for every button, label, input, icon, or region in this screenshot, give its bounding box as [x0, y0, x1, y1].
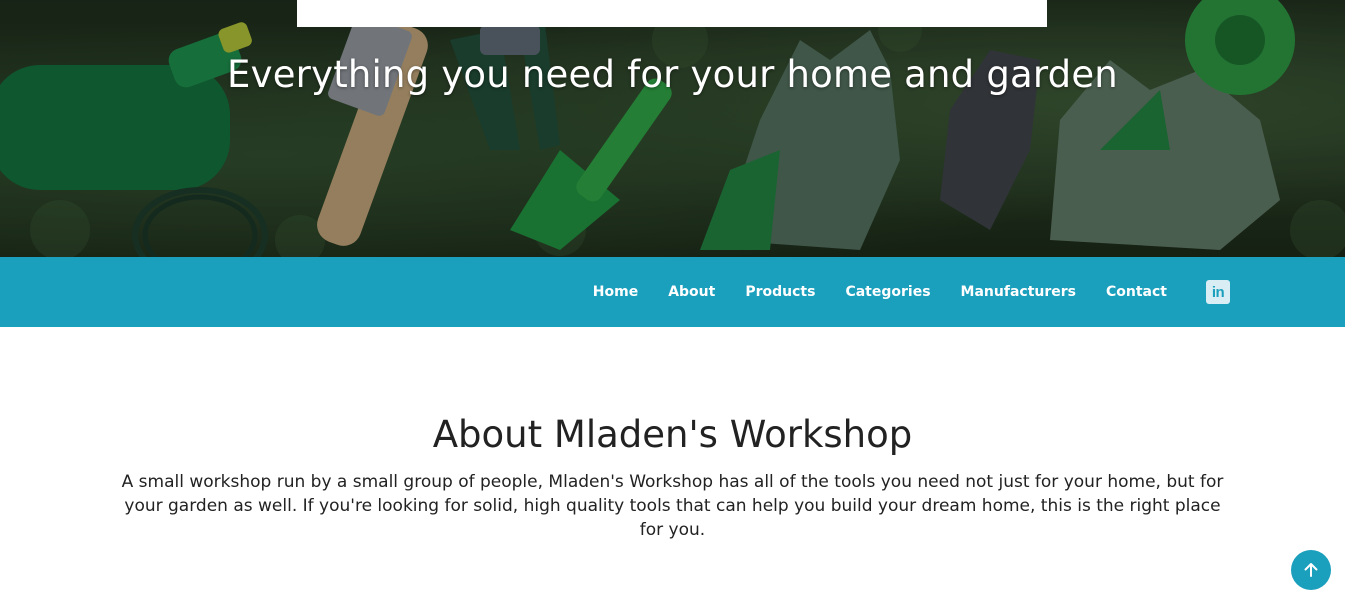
linkedin-glyph: in	[1211, 283, 1225, 301]
nav-list: Home About Products Categories Manufactu…	[578, 257, 1230, 327]
hero-banner: Everything you need for your home and ga…	[0, 0, 1345, 257]
hero-overlay	[0, 0, 1345, 257]
nav-item-categories[interactable]: Categories	[845, 284, 930, 300]
back-to-top-button[interactable]	[1291, 550, 1331, 590]
main-navigation: Home About Products Categories Manufactu…	[0, 257, 1345, 327]
nav-item-about[interactable]: About	[668, 284, 715, 300]
about-title: About Mladen's Workshop	[432, 413, 913, 456]
arrow-up-icon	[1304, 563, 1318, 577]
about-section: About Mladen's Workshop A small workshop…	[0, 327, 1345, 603]
linkedin-icon[interactable]: in	[1206, 280, 1230, 304]
nav-item-products[interactable]: Products	[745, 284, 815, 300]
nav-item-manufacturers[interactable]: Manufacturers	[961, 284, 1076, 300]
hero-title: Everything you need for your home and ga…	[227, 53, 1118, 96]
search-bar-container[interactable]	[297, 0, 1047, 27]
about-description: A small workshop run by a small group of…	[121, 472, 1224, 540]
nav-item-home[interactable]: Home	[593, 284, 638, 300]
nav-item-contact[interactable]: Contact	[1106, 284, 1167, 300]
